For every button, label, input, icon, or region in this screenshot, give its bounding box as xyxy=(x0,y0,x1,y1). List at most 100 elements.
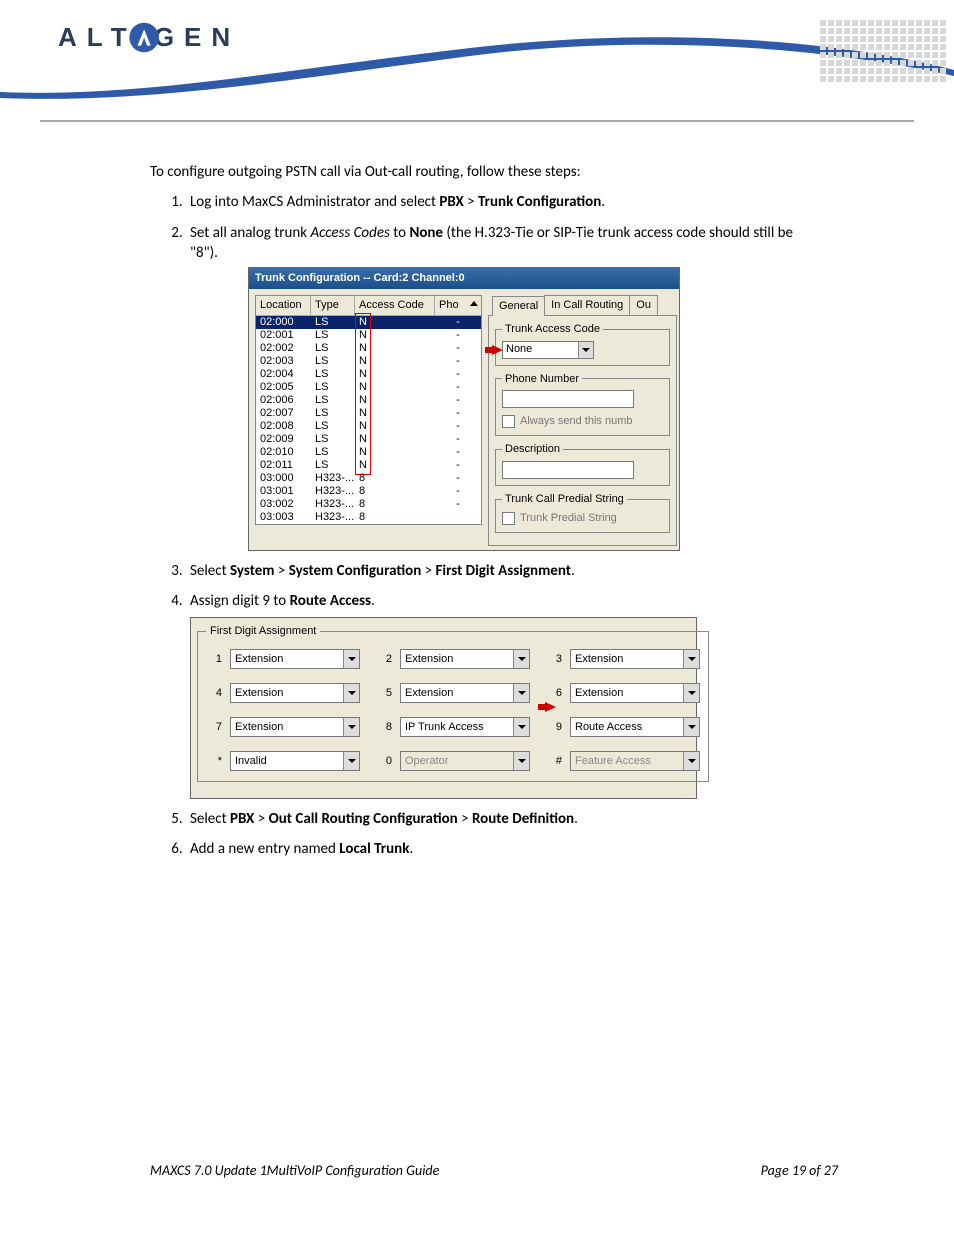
cell-phone: - xyxy=(435,407,481,420)
digit-select-value: Operator xyxy=(401,754,513,769)
first-digit-screenshot: First Digit Assignment 1Extension2Extens… xyxy=(190,617,697,799)
checkbox-icon xyxy=(502,512,515,525)
cell-access-code: 8 xyxy=(355,511,435,524)
group-trunk-access-code: Trunk Access Code None xyxy=(495,322,670,366)
digit-select-value: Extension xyxy=(231,686,343,701)
chevron-down-icon xyxy=(513,684,529,702)
digit-select-3[interactable]: Extension xyxy=(570,649,700,669)
table-row[interactable]: 03:000H323-...8- xyxy=(256,472,481,485)
digit-select-7[interactable]: Extension xyxy=(230,717,360,737)
table-row[interactable]: 03:003H323-...8 xyxy=(256,511,481,524)
steps-list: Log into MaxCS Administrator and select … xyxy=(150,192,804,859)
digit-select-value: Feature Access xyxy=(571,754,683,769)
cell-location: 03:001 xyxy=(256,485,311,498)
digit-label: 8 xyxy=(368,720,392,735)
table-row[interactable]: 02:004LSN- xyxy=(256,368,481,381)
digit-select-value: Extension xyxy=(401,652,513,667)
page-header: ALTIGEN xyxy=(0,0,954,120)
table-row[interactable]: 02:009LSN- xyxy=(256,433,481,446)
cell-location: 02:003 xyxy=(256,355,311,368)
cell-location: 02:004 xyxy=(256,368,311,381)
trunk-predial-checkbox[interactable]: Trunk Predial String xyxy=(502,511,663,526)
cell-access-code: N xyxy=(355,407,435,420)
cell-access-code: 8 xyxy=(355,485,435,498)
digit-select-6[interactable]: Extension xyxy=(570,683,700,703)
table-row[interactable]: 03:002H323-...8- xyxy=(256,498,481,511)
trunk-access-code-select[interactable]: None xyxy=(502,341,594,359)
table-row[interactable]: 03:001H323-...8- xyxy=(256,485,481,498)
digit-select-value: Route Access xyxy=(571,720,683,735)
cell-location: 02:001 xyxy=(256,329,311,342)
brand-logo: ALTIGEN xyxy=(48,22,240,53)
decorative-grid xyxy=(820,20,946,82)
cell-location: 02:010 xyxy=(256,446,311,459)
digit-select-4[interactable]: Extension xyxy=(230,683,360,703)
col-phone[interactable]: Pho xyxy=(435,296,481,315)
table-row[interactable]: 02:002LSN- xyxy=(256,342,481,355)
intro-text: To configure outgoing PSTN call via Out-… xyxy=(150,162,804,182)
digit-select-5[interactable]: Extension xyxy=(400,683,530,703)
digit-select-*[interactable]: Invalid xyxy=(230,751,360,771)
cell-location: 02:002 xyxy=(256,342,311,355)
cell-location: 02:008 xyxy=(256,420,311,433)
page-body: To configure outgoing PSTN call via Out-… xyxy=(150,162,804,860)
table-row[interactable]: 02:007LSN- xyxy=(256,407,481,420)
digit-select-value: Extension xyxy=(571,686,683,701)
cell-type: LS xyxy=(311,394,355,407)
digit-label: * xyxy=(206,754,222,769)
digit-label: 1 xyxy=(206,652,222,667)
digit-select-2[interactable]: Extension xyxy=(400,649,530,669)
cell-access-code: N xyxy=(355,433,435,446)
cell-location: 02:011 xyxy=(256,459,311,472)
cell-type: LS xyxy=(311,368,355,381)
footer-right: Page 19 of 27 xyxy=(761,1162,838,1179)
cell-phone: - xyxy=(435,381,481,394)
digit-select-8[interactable]: IP Trunk Access xyxy=(400,717,530,737)
table-row[interactable]: 02:008LSN- xyxy=(256,420,481,433)
cell-access-code: N xyxy=(355,420,435,433)
description-input[interactable] xyxy=(502,461,634,479)
tab-general[interactable]: General xyxy=(492,296,545,316)
digit-select-value: Extension xyxy=(401,686,513,701)
digit-label: 4 xyxy=(206,686,222,701)
chevron-down-icon xyxy=(578,342,593,358)
step-5: Select PBX > Out Call Routing Configurat… xyxy=(186,809,804,829)
table-row[interactable]: 02:005LSN- xyxy=(256,381,481,394)
table-row[interactable]: 02:011LSN- xyxy=(256,459,481,472)
table-row[interactable]: 02:006LSN- xyxy=(256,394,481,407)
cell-location: 03:003 xyxy=(256,511,311,524)
cell-type: H323-... xyxy=(311,498,355,511)
red-arrow-icon xyxy=(545,702,556,712)
cell-phone: - xyxy=(435,472,481,485)
cell-location: 03:002 xyxy=(256,498,311,511)
cell-access-code: N xyxy=(355,342,435,355)
col-access-code[interactable]: Access Code xyxy=(355,296,435,315)
table-row[interactable]: 02:000LSN- xyxy=(256,316,481,329)
cell-location: 02:006 xyxy=(256,394,311,407)
table-row[interactable]: 02:003LSN- xyxy=(256,355,481,368)
phone-number-input[interactable] xyxy=(502,390,634,408)
group-description: Description xyxy=(495,442,670,486)
digit-select-9[interactable]: Route Access xyxy=(570,717,700,737)
cell-phone: - xyxy=(435,498,481,511)
digit-label: 2 xyxy=(368,652,392,667)
digit-label: 9 xyxy=(538,720,562,735)
col-location[interactable]: Location xyxy=(256,296,311,315)
digit-label: 5 xyxy=(368,686,392,701)
tab-out[interactable]: Ou xyxy=(629,295,658,315)
step-6: Add a new entry named Local Trunk. xyxy=(186,839,804,859)
table-row[interactable]: 02:010LSN- xyxy=(256,446,481,459)
always-send-checkbox[interactable]: Always send this numb xyxy=(502,414,663,429)
tab-incall-routing[interactable]: In Call Routing xyxy=(544,295,630,315)
cell-access-code: N xyxy=(355,368,435,381)
digit-select-value: Extension xyxy=(231,652,343,667)
cell-type: LS xyxy=(311,381,355,394)
col-type[interactable]: Type xyxy=(311,296,355,315)
cell-phone: - xyxy=(435,316,481,329)
group-predial: Trunk Call Predial String Trunk Predial … xyxy=(495,492,670,533)
table-row[interactable]: 02:001LSN- xyxy=(256,329,481,342)
digit-label: 6 xyxy=(538,686,562,701)
cell-location: 03:000 xyxy=(256,472,311,485)
digit-select-1[interactable]: Extension xyxy=(230,649,360,669)
cell-access-code: N xyxy=(355,446,435,459)
